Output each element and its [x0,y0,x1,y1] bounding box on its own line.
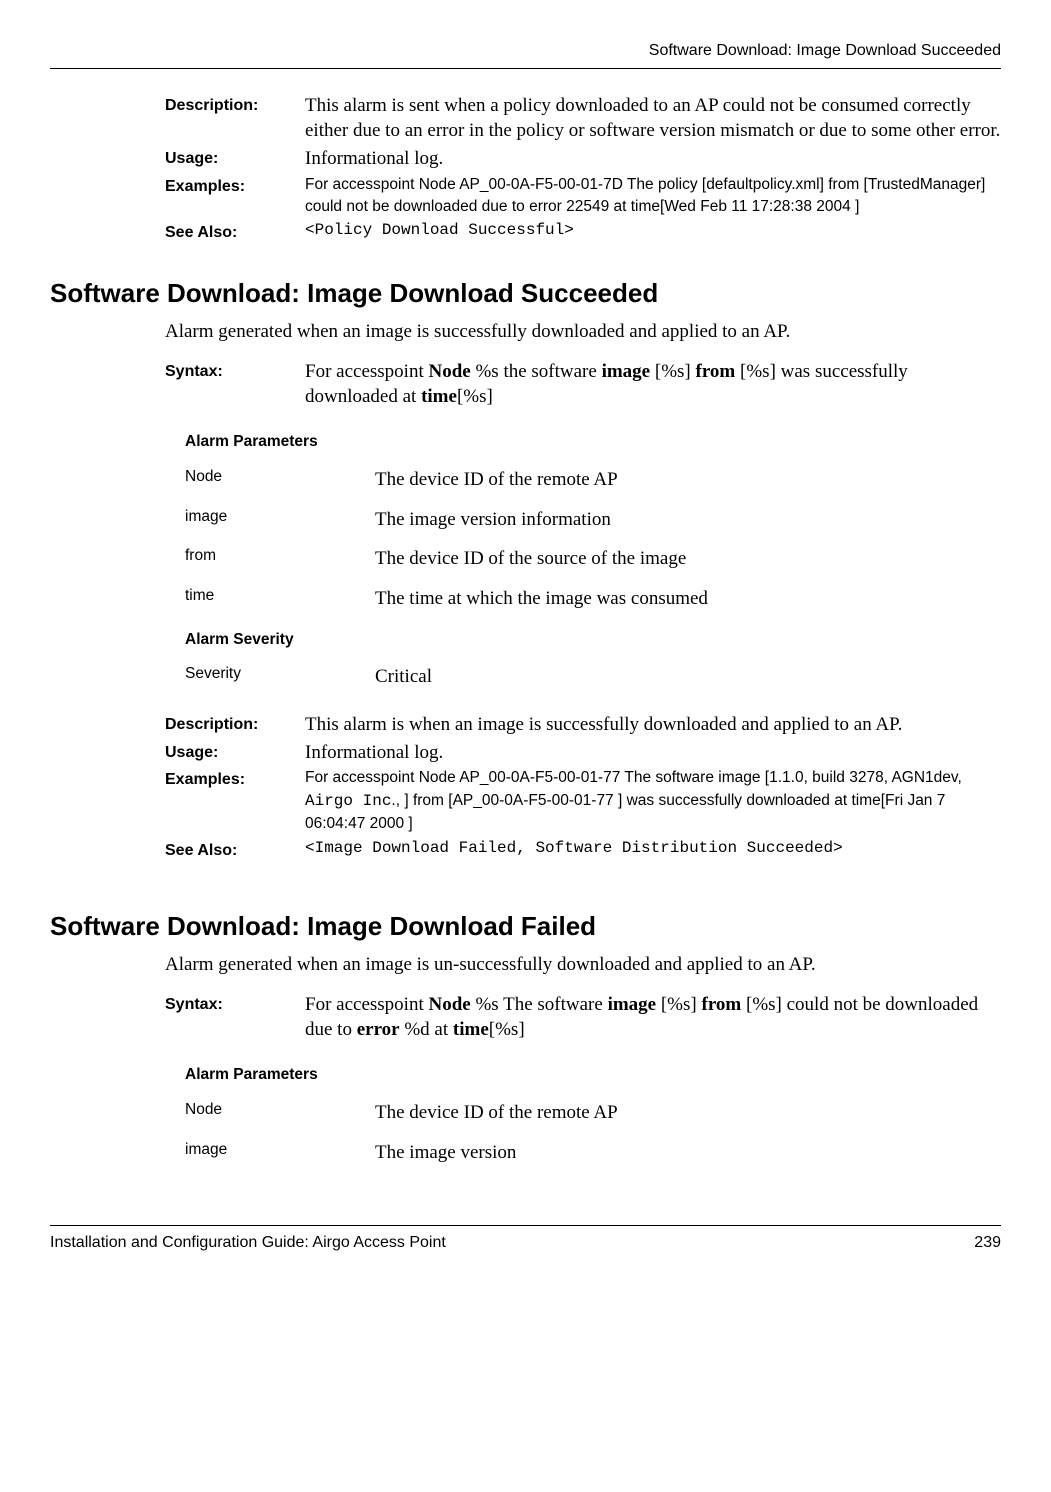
param-desc: The image version [375,1140,1001,1166]
footer-left: Installation and Configuration Guide: Ai… [50,1232,446,1254]
severity-value: Critical [375,664,1001,690]
syntax-text: For accesspoint Node %s the software ima… [305,359,1001,410]
param-row: image The image version information [185,507,1001,533]
examples-text: For accesspoint Node AP_00-0A-F5-00-01-7… [305,174,1001,219]
alarm-parameters-block: Alarm Parameters Node The device ID of t… [185,432,1001,690]
param-name: time [185,586,375,612]
description-text: This alarm is sent when a policy downloa… [305,93,1001,144]
alarm-parameters-block: Alarm Parameters Node The device ID of t… [185,1065,1001,1165]
usage-text: Informational log. [305,740,1001,766]
param-row: from The device ID of the source of the … [185,546,1001,572]
description-text: This alarm is when an image is successfu… [305,712,1001,738]
description-label: Description: [165,712,305,738]
usage-label: Usage: [165,740,305,766]
usage-label: Usage: [165,146,305,172]
usage-row: Usage: Informational log. [165,146,1001,172]
syntax-label: Syntax: [165,992,305,1043]
alarm-parameters-heading: Alarm Parameters [185,432,1001,453]
param-name: image [185,507,375,533]
param-row: time The time at which the image was con… [185,586,1001,612]
param-row: image The image version [185,1140,1001,1166]
seealso-text: <Policy Download Successful> [305,220,1001,244]
param-desc: The image version information [375,507,1001,533]
footer: Installation and Configuration Guide: Ai… [50,1225,1001,1254]
syntax-label: Syntax: [165,359,305,410]
param-name: Node [185,467,375,493]
header-rule [50,68,1001,69]
param-desc: The device ID of the remote AP [375,467,1001,493]
seealso-row: See Also: <Policy Download Successful> [165,220,1001,244]
footer-rule [50,1225,1001,1226]
param-row: Node The device ID of the remote AP [185,1100,1001,1126]
examples-text: For accesspoint Node AP_00-0A-F5-00-01-7… [305,767,1001,835]
seealso-row: See Also: <Image Download Failed, Softwa… [165,838,1001,862]
syntax-row: Syntax: For accesspoint Node %s the soft… [165,359,1001,410]
section-title-failed: Software Download: Image Download Failed [50,909,1001,944]
severity-row: Severity Critical [185,664,1001,690]
param-name: image [185,1140,375,1166]
section-intro: Alarm generated when an image is un-succ… [165,952,1001,978]
usage-row: Usage: Informational log. [165,740,1001,766]
examples-label: Examples: [165,174,305,219]
section-title-succeeded: Software Download: Image Download Succee… [50,276,1001,311]
description-label: Description: [165,93,305,144]
severity-name: Severity [185,664,375,690]
running-header: Software Download: Image Download Succee… [50,40,1001,62]
param-desc: The device ID of the remote AP [375,1100,1001,1126]
examples-row: Examples: For accesspoint Node AP_00-0A-… [165,767,1001,835]
section-intro: Alarm generated when an image is success… [165,319,1001,345]
param-desc: The time at which the image was consumed [375,586,1001,612]
syntax-text: For accesspoint Node %s The software ima… [305,992,1001,1043]
param-row: Node The device ID of the remote AP [185,467,1001,493]
description-row: Description: This alarm is sent when a p… [165,93,1001,144]
examples-row: Examples: For accesspoint Node AP_00-0A-… [165,174,1001,219]
param-name: from [185,546,375,572]
syntax-row: Syntax: For accesspoint Node %s The soft… [165,992,1001,1043]
description-row: Description: This alarm is when an image… [165,712,1001,738]
alarm-parameters-heading: Alarm Parameters [185,1065,1001,1086]
examples-label: Examples: [165,767,305,835]
footer-page-number: 239 [974,1232,1001,1254]
alarm-severity-heading: Alarm Severity [185,630,1001,651]
seealso-label: See Also: [165,838,305,862]
param-name: Node [185,1100,375,1126]
usage-text: Informational log. [305,146,1001,172]
seealso-label: See Also: [165,220,305,244]
param-desc: The device ID of the source of the image [375,546,1001,572]
seealso-text: <Image Download Failed, Software Distrib… [305,838,1001,862]
